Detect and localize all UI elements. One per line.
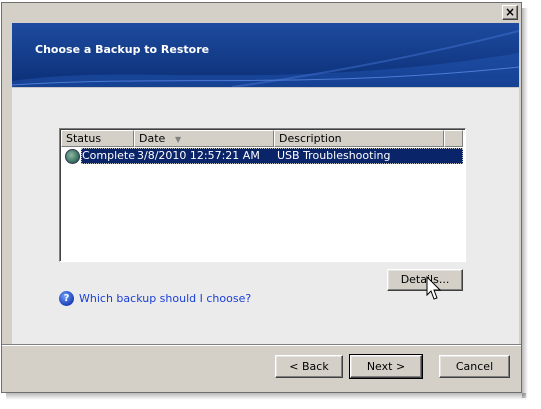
sort-down-icon: ▼ [175, 135, 182, 144]
list-header: Status Date ▼ Description [61, 130, 463, 147]
column-header-status[interactable]: Status [61, 130, 134, 147]
column-header-date-label: Date [139, 132, 166, 145]
banner-title: Choose a Backup to Restore [35, 43, 210, 56]
restore-wizard-window: × Choose a Backup to Restore Status Date… [1, 2, 522, 393]
column-header-filler [444, 130, 463, 147]
header-banner: Choose a Backup to Restore [12, 23, 519, 87]
help-icon[interactable]: ? [59, 291, 74, 306]
column-header-date[interactable]: Date ▼ [134, 130, 274, 147]
back-button[interactable]: < Back [275, 355, 343, 378]
details-button[interactable]: Details... [387, 269, 463, 291]
title-bar: × [2, 3, 521, 23]
next-button[interactable]: Next > [349, 354, 423, 379]
window-shadow-right [522, 8, 528, 398]
row-status: Complete [82, 149, 136, 162]
column-header-description[interactable]: Description [274, 130, 444, 147]
window-shadow-bottom [6, 393, 526, 400]
table-row[interactable]: Complete 3/8/2010 12:57:21 AM USB Troubl… [81, 148, 463, 164]
wizard-content: Status Date ▼ Description Complete 3/8/2… [12, 87, 519, 344]
row-date: 3/8/2010 12:57:21 AM [137, 149, 260, 162]
mouse-pointer-icon [426, 276, 442, 300]
row-description: USB Troubleshooting [277, 149, 391, 162]
cancel-button[interactable]: Cancel [439, 355, 510, 378]
backup-complete-icon [65, 149, 80, 164]
close-button[interactable]: × [502, 5, 518, 20]
which-backup-help-link[interactable]: Which backup should I choose? [79, 292, 251, 305]
backup-list[interactable]: Status Date ▼ Description Complete 3/8/2… [59, 128, 466, 262]
footer-divider [2, 344, 521, 346]
